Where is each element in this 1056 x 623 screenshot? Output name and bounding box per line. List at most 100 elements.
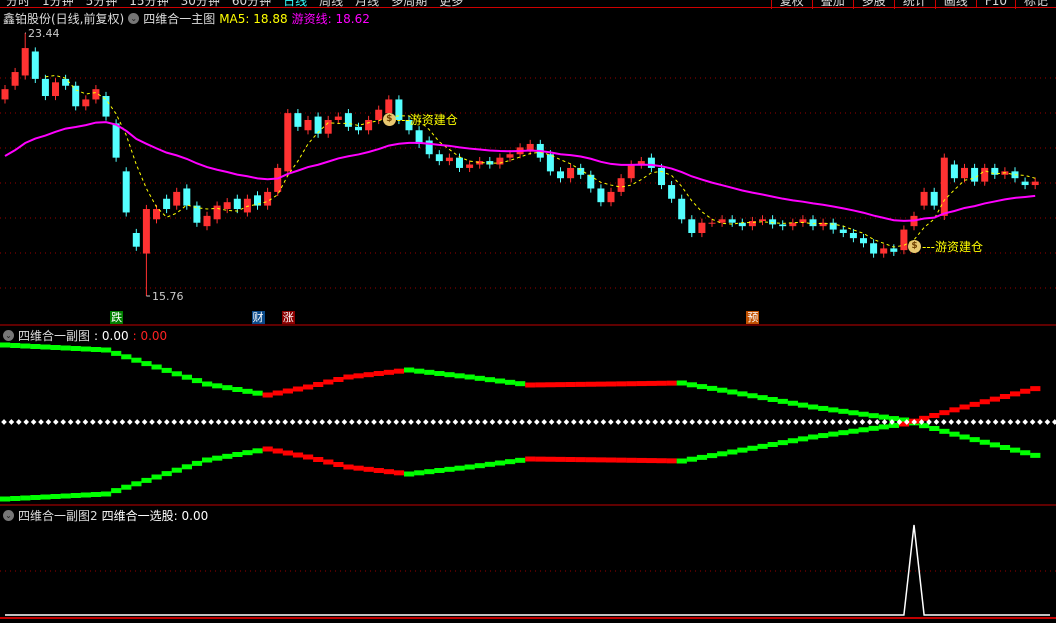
toolbar-button-4[interactable]: 画线 [934, 0, 976, 9]
chevron-down-icon[interactable]: ⌄ [3, 330, 14, 341]
zero-line-dot [881, 419, 888, 425]
tab-8[interactable]: 月线 [349, 0, 385, 9]
stock-name[interactable]: 鑫铂股份(日线,前复权) [3, 10, 124, 27]
lower-step [464, 464, 475, 470]
candle-body [153, 209, 160, 220]
upper-step [545, 382, 556, 388]
zero-line-dot [1051, 419, 1056, 425]
upper-step [464, 374, 475, 380]
lower-step [424, 469, 435, 475]
upper-step [353, 373, 364, 379]
tab-0[interactable]: 分时 [0, 0, 36, 9]
sub1-title[interactable]: 四维合一副图 [18, 327, 90, 344]
upper-step [656, 380, 667, 386]
toolbar-button-0[interactable]: 复权 [770, 0, 812, 9]
tab-3[interactable]: 15分钟 [123, 0, 174, 9]
lower-step [70, 493, 81, 498]
toolbar-button-5[interactable]: F10 [975, 0, 1015, 8]
zero-line-dot [104, 419, 111, 425]
chevron-down-icon[interactable]: ⌄ [3, 510, 14, 521]
lower-step [252, 448, 263, 454]
lower-step [555, 456, 566, 462]
candle-body [900, 229, 908, 251]
tab-1[interactable]: 1分钟 [36, 0, 80, 9]
upper-step [919, 423, 930, 429]
upper-step [939, 428, 950, 434]
tab-7[interactable]: 周线 [313, 0, 349, 9]
lower-step [717, 451, 728, 457]
toolbar-button-1[interactable]: 叠加 [811, 0, 853, 9]
kline-chart[interactable] [0, 0, 1056, 623]
zero-line-dot [126, 419, 133, 425]
zero-line-dot [230, 419, 237, 425]
lower-step [232, 452, 243, 457]
zero-line-dot [8, 419, 15, 425]
tab-6[interactable]: 日线 [277, 0, 313, 9]
lower-step [797, 436, 809, 442]
lower-step [575, 457, 586, 463]
lower-step [111, 488, 122, 494]
upper-step [979, 439, 990, 445]
candle-body [375, 109, 383, 120]
zero-line-dot [1, 419, 7, 425]
tab-9[interactable]: 多周期 [385, 0, 433, 9]
lower-step [969, 401, 980, 407]
upper-step [575, 381, 586, 387]
toolbar-button-2[interactable]: 多股 [852, 0, 894, 9]
lower-step [676, 458, 687, 464]
lower-step [101, 491, 112, 497]
lower-step [282, 450, 293, 456]
lower-step [141, 477, 152, 483]
zero-line-dot [1022, 419, 1029, 425]
zero-line-dot [334, 419, 340, 425]
lower-step [272, 448, 283, 454]
tab-4[interactable]: 30分钟 [175, 0, 226, 9]
upper-step [444, 372, 455, 378]
candle-body [698, 222, 706, 233]
tab-5[interactable]: 60分钟 [226, 0, 277, 9]
sub2-title[interactable]: 四维合一副图2 [18, 507, 98, 524]
zero-line-dot [356, 419, 363, 425]
zero-line-dot [778, 419, 784, 425]
zero-line-dot [600, 419, 607, 425]
zero-line-dot [859, 419, 866, 425]
zero-line-dot [112, 419, 118, 425]
candle-body [435, 154, 443, 162]
upper-step [151, 364, 162, 370]
zero-line-dot [933, 419, 940, 425]
youzi-line [4, 121, 1036, 222]
candle-body [809, 219, 817, 227]
upper-step [595, 381, 607, 387]
tab-2[interactable]: 5分钟 [80, 0, 124, 9]
candle-body [233, 198, 241, 210]
lower-step [242, 450, 253, 456]
indicator-name[interactable]: 四维合一主图 [143, 10, 215, 27]
upper-step [101, 347, 112, 353]
upper-step [50, 345, 61, 350]
candle-body [839, 229, 847, 233]
zero-line-dot [193, 419, 200, 425]
candle-body [122, 171, 130, 213]
candle-body [688, 219, 696, 233]
upper-step [171, 371, 182, 377]
upper-step [131, 357, 142, 363]
lower-step [181, 464, 192, 470]
chevron-down-icon[interactable]: ⌄ [128, 13, 140, 24]
upper-step [868, 413, 879, 419]
upper-step [181, 374, 192, 380]
tab-10[interactable]: 更多 [433, 0, 469, 9]
zero-line-dot [348, 419, 355, 425]
zero-line-dot [644, 419, 651, 425]
lower-step [60, 493, 71, 499]
toolbar-button-3[interactable]: 统计 [893, 0, 935, 9]
toolbar-button-6[interactable]: 标记 [1014, 0, 1056, 9]
upper-step [505, 379, 516, 385]
lower-step [20, 495, 31, 501]
zero-line-dot [1014, 419, 1021, 425]
upper-step [373, 371, 384, 376]
zero-line-dot [97, 419, 104, 425]
lower-step [868, 425, 879, 431]
upper-step [787, 400, 798, 406]
zero-line-dot [341, 419, 348, 425]
candle-body [294, 113, 302, 127]
